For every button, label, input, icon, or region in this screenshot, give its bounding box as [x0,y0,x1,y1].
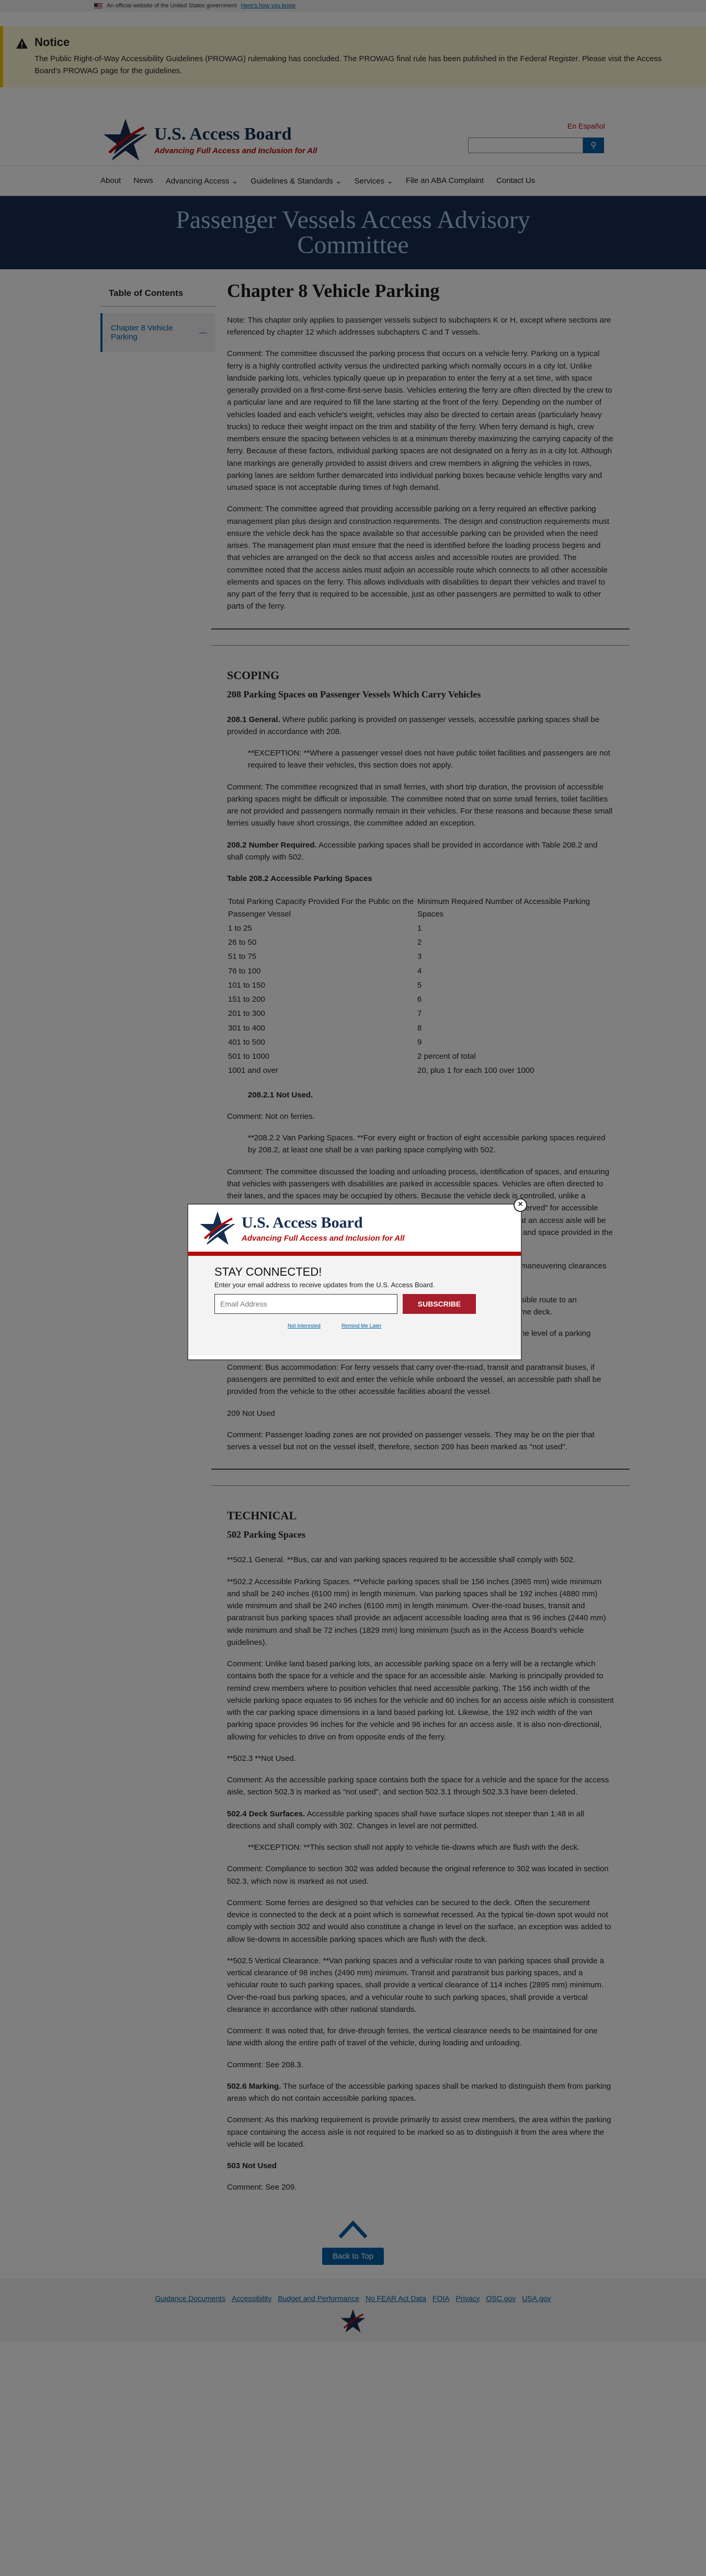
email-field[interactable] [214,1294,397,1314]
modal-header: U.S. Access Board Advancing Full Access … [188,1205,521,1256]
modal-title: U.S. Access Board [242,1213,363,1231]
subscribe-modal: × U.S. Access Board Advancing Full Acces… [187,1198,527,1360]
close-icon[interactable]: × [514,1198,527,1212]
modal-links: Not Interested Remind Me Later [214,1323,495,1329]
modal-heading: STAY CONNECTED! [214,1265,322,1278]
subscribe-button[interactable]: SUBSCRIBE [403,1294,476,1314]
access-board-star-icon [200,1211,235,1245]
modal-body: STAY CONNECTED! Enter your email address… [188,1256,521,1355]
remind-later-link[interactable]: Remind Me Later [341,1323,382,1329]
modal-tagline: Advancing Full Access and Inclusion for … [242,1233,405,1243]
not-interested-link[interactable]: Not Interested [288,1323,321,1329]
subscribe-form: SUBSCRIBE [214,1294,495,1314]
modal-text: Enter your email address to receive upda… [214,1281,435,1289]
